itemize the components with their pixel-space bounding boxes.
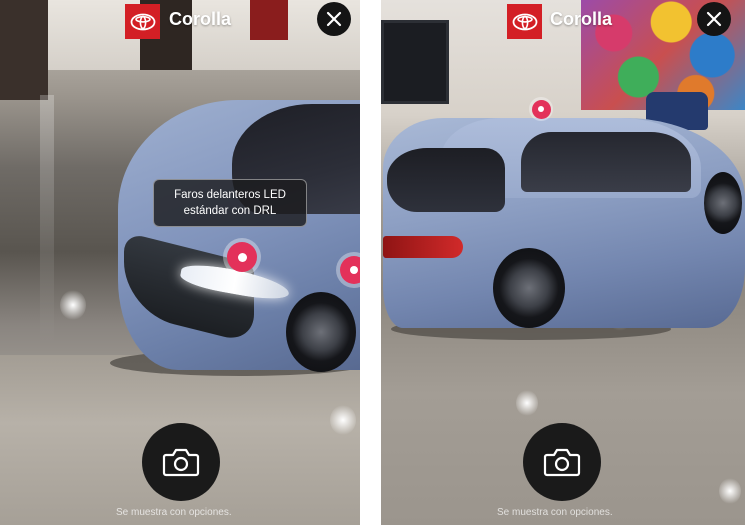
floor-light-reflection xyxy=(60,290,86,320)
close-button[interactable] xyxy=(317,2,351,36)
car-side-window xyxy=(521,132,691,192)
options-disclaimer: Se muestra con opciones. xyxy=(116,507,232,518)
toyota-emblem-glyph xyxy=(130,13,155,30)
hotspot-inner xyxy=(340,256,360,284)
screen-divider xyxy=(360,0,381,525)
camera-icon xyxy=(162,448,200,477)
model-title: Corolla xyxy=(169,9,232,29)
background-pillar xyxy=(250,0,288,40)
camera-icon xyxy=(543,448,581,477)
feature-hotspot-headlights[interactable] xyxy=(223,238,261,276)
ar-screen-rear-view: Corolla Se muestra con opciones. xyxy=(381,0,745,525)
app-screenshot-pair: Corolla Faros delanteros LED estándar co… xyxy=(0,0,745,525)
tooltip-text-line-1: Faros delanteros LED xyxy=(174,189,286,201)
close-icon xyxy=(706,11,722,27)
hotspot-dot xyxy=(538,106,544,112)
car-wheel xyxy=(493,248,565,328)
capture-photo-button[interactable] xyxy=(523,423,601,501)
hotspot-inner xyxy=(227,242,257,272)
close-button[interactable] xyxy=(697,2,731,36)
hotspot-inner xyxy=(531,99,551,119)
tooltip-text-line-2: estándar con DRL xyxy=(183,205,277,217)
model-title: Corolla xyxy=(550,9,613,29)
car-wheel xyxy=(704,172,742,234)
hotspot-dot xyxy=(350,266,358,274)
car-rear-window xyxy=(387,148,505,212)
floor-reflection xyxy=(40,95,54,345)
feature-tooltip: Faros delanteros LED estándar con DRL xyxy=(153,179,307,227)
hotspot-dot xyxy=(237,252,247,262)
background-pillar xyxy=(0,0,48,100)
close-icon xyxy=(326,11,342,27)
car-wheel xyxy=(286,292,356,372)
capture-photo-button[interactable] xyxy=(142,423,220,501)
toyota-logo-icon xyxy=(507,4,542,39)
wall-mounted-screen xyxy=(381,20,449,104)
floor-light-reflection xyxy=(330,405,356,435)
floor-light-reflection xyxy=(516,390,538,416)
floor-light-reflection xyxy=(719,478,741,504)
feature-hotspot[interactable] xyxy=(529,97,553,121)
ar-screen-front-view: Corolla Faros delanteros LED estándar co… xyxy=(0,0,360,525)
car-taillight xyxy=(383,236,463,258)
options-disclaimer: Se muestra con opciones. xyxy=(497,507,613,518)
toyota-logo-icon xyxy=(125,4,160,39)
toyota-emblem-glyph xyxy=(512,13,537,30)
